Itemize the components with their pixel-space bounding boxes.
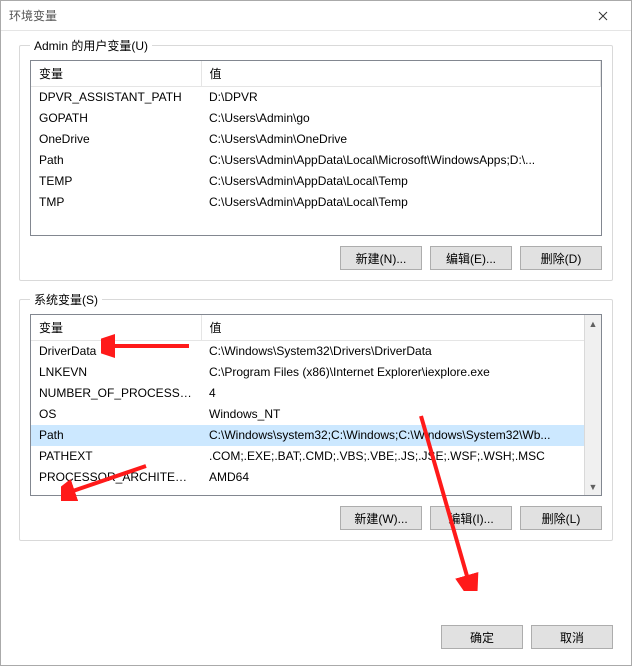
table-row[interactable]: PATHEXT.COM;.EXE;.BAT;.CMD;.VBS;.VBE;.JS…: [31, 446, 601, 467]
table-row[interactable]: LNKEVNC:\Program Files (x86)\Internet Ex…: [31, 362, 601, 383]
titlebar: 环境变量: [1, 1, 631, 31]
var-cell: DriverData: [31, 341, 201, 362]
cancel-button[interactable]: 取消: [531, 625, 613, 649]
user-buttons-row: 新建(N)... 编辑(E)... 删除(D): [30, 246, 602, 270]
system-col-val[interactable]: 值: [201, 315, 601, 341]
val-cell: C:\Program Files (x86)\Internet Explorer…: [201, 362, 601, 383]
val-cell: Windows_NT: [201, 404, 601, 425]
env-vars-window: 环境变量 Admin 的用户变量(U) 变量 值 DPVR_ASSISTANT_…: [0, 0, 632, 666]
table-row[interactable]: DriverDataC:\Windows\System32\Drivers\Dr…: [31, 341, 601, 362]
val-cell: C:\Users\Admin\AppData\Local\Temp: [201, 171, 601, 192]
window-title: 环境变量: [9, 7, 583, 24]
var-cell: DPVR_ASSISTANT_PATH: [31, 87, 201, 108]
var-cell: OneDrive: [31, 129, 201, 150]
user-edit-button[interactable]: 编辑(E)...: [430, 246, 512, 270]
val-cell: 4: [201, 383, 601, 404]
scroll-up-icon[interactable]: ▲: [585, 315, 601, 332]
system-scrollbar[interactable]: ▲ ▼: [584, 315, 601, 495]
system-buttons-row: 新建(W)... 编辑(I)... 删除(L): [30, 506, 602, 530]
system-edit-button[interactable]: 编辑(I)...: [430, 506, 512, 530]
user-vars-legend: Admin 的用户变量(U): [30, 37, 152, 54]
table-row[interactable]: NUMBER_OF_PROCESSORS4: [31, 383, 601, 404]
var-cell: TMP: [31, 192, 201, 213]
var-cell: PROCESSOR_ARCHITECT...: [31, 467, 201, 488]
close-button[interactable]: [583, 2, 623, 30]
user-vars-table-wrap: 变量 值 DPVR_ASSISTANT_PATHD:\DPVRGOPATHC:\…: [30, 60, 602, 236]
table-row[interactable]: PathC:\Users\Admin\AppData\Local\Microso…: [31, 150, 601, 171]
system-vars-table-wrap: 变量 值 DriverDataC:\Windows\System32\Drive…: [30, 314, 602, 496]
var-cell: PATHEXT: [31, 446, 201, 467]
val-cell: D:\DPVR: [201, 87, 601, 108]
content-area: Admin 的用户变量(U) 变量 值 DPVR_ASSISTANT_PATHD…: [1, 31, 631, 615]
system-vars-legend: 系统变量(S): [30, 291, 102, 308]
table-row[interactable]: OSWindows_NT: [31, 404, 601, 425]
system-col-var[interactable]: 变量: [31, 315, 201, 341]
user-vars-group: Admin 的用户变量(U) 变量 值 DPVR_ASSISTANT_PATHD…: [19, 45, 613, 281]
system-vars-table[interactable]: 变量 值 DriverDataC:\Windows\System32\Drive…: [31, 315, 601, 488]
dialog-buttons: 确定 取消: [1, 615, 631, 665]
val-cell: C:\Users\Admin\OneDrive: [201, 129, 601, 150]
scroll-down-icon[interactable]: ▼: [585, 478, 601, 495]
close-icon: [598, 11, 608, 21]
user-delete-button[interactable]: 删除(D): [520, 246, 602, 270]
var-cell: NUMBER_OF_PROCESSORS: [31, 383, 201, 404]
val-cell: C:\Windows\System32\Drivers\DriverData: [201, 341, 601, 362]
var-cell: LNKEVN: [31, 362, 201, 383]
val-cell: C:\Users\Admin\AppData\Local\Microsoft\W…: [201, 150, 601, 171]
table-row[interactable]: TMPC:\Users\Admin\AppData\Local\Temp: [31, 192, 601, 213]
val-cell: C:\Users\Admin\AppData\Local\Temp: [201, 192, 601, 213]
val-cell: AMD64: [201, 467, 601, 488]
ok-button[interactable]: 确定: [441, 625, 523, 649]
user-col-var[interactable]: 变量: [31, 61, 201, 87]
system-delete-button[interactable]: 删除(L): [520, 506, 602, 530]
user-vars-table[interactable]: 变量 值 DPVR_ASSISTANT_PATHD:\DPVRGOPATHC:\…: [31, 61, 601, 213]
var-cell: Path: [31, 150, 201, 171]
var-cell: OS: [31, 404, 201, 425]
table-row[interactable]: TEMPC:\Users\Admin\AppData\Local\Temp: [31, 171, 601, 192]
val-cell: C:\Windows\system32;C:\Windows;C:\Window…: [201, 425, 601, 446]
table-row[interactable]: GOPATHC:\Users\Admin\go: [31, 108, 601, 129]
system-vars-group: 系统变量(S) 变量 值 DriverDataC:\Windows\System…: [19, 299, 613, 541]
system-new-button[interactable]: 新建(W)...: [340, 506, 422, 530]
val-cell: C:\Users\Admin\go: [201, 108, 601, 129]
user-col-val[interactable]: 值: [201, 61, 601, 87]
table-row[interactable]: PathC:\Windows\system32;C:\Windows;C:\Wi…: [31, 425, 601, 446]
user-new-button[interactable]: 新建(N)...: [340, 246, 422, 270]
var-cell: GOPATH: [31, 108, 201, 129]
table-row[interactable]: PROCESSOR_ARCHITECT...AMD64: [31, 467, 601, 488]
var-cell: Path: [31, 425, 201, 446]
var-cell: TEMP: [31, 171, 201, 192]
table-row[interactable]: DPVR_ASSISTANT_PATHD:\DPVR: [31, 87, 601, 108]
val-cell: .COM;.EXE;.BAT;.CMD;.VBS;.VBE;.JS;.JSE;.…: [201, 446, 601, 467]
table-row[interactable]: OneDriveC:\Users\Admin\OneDrive: [31, 129, 601, 150]
